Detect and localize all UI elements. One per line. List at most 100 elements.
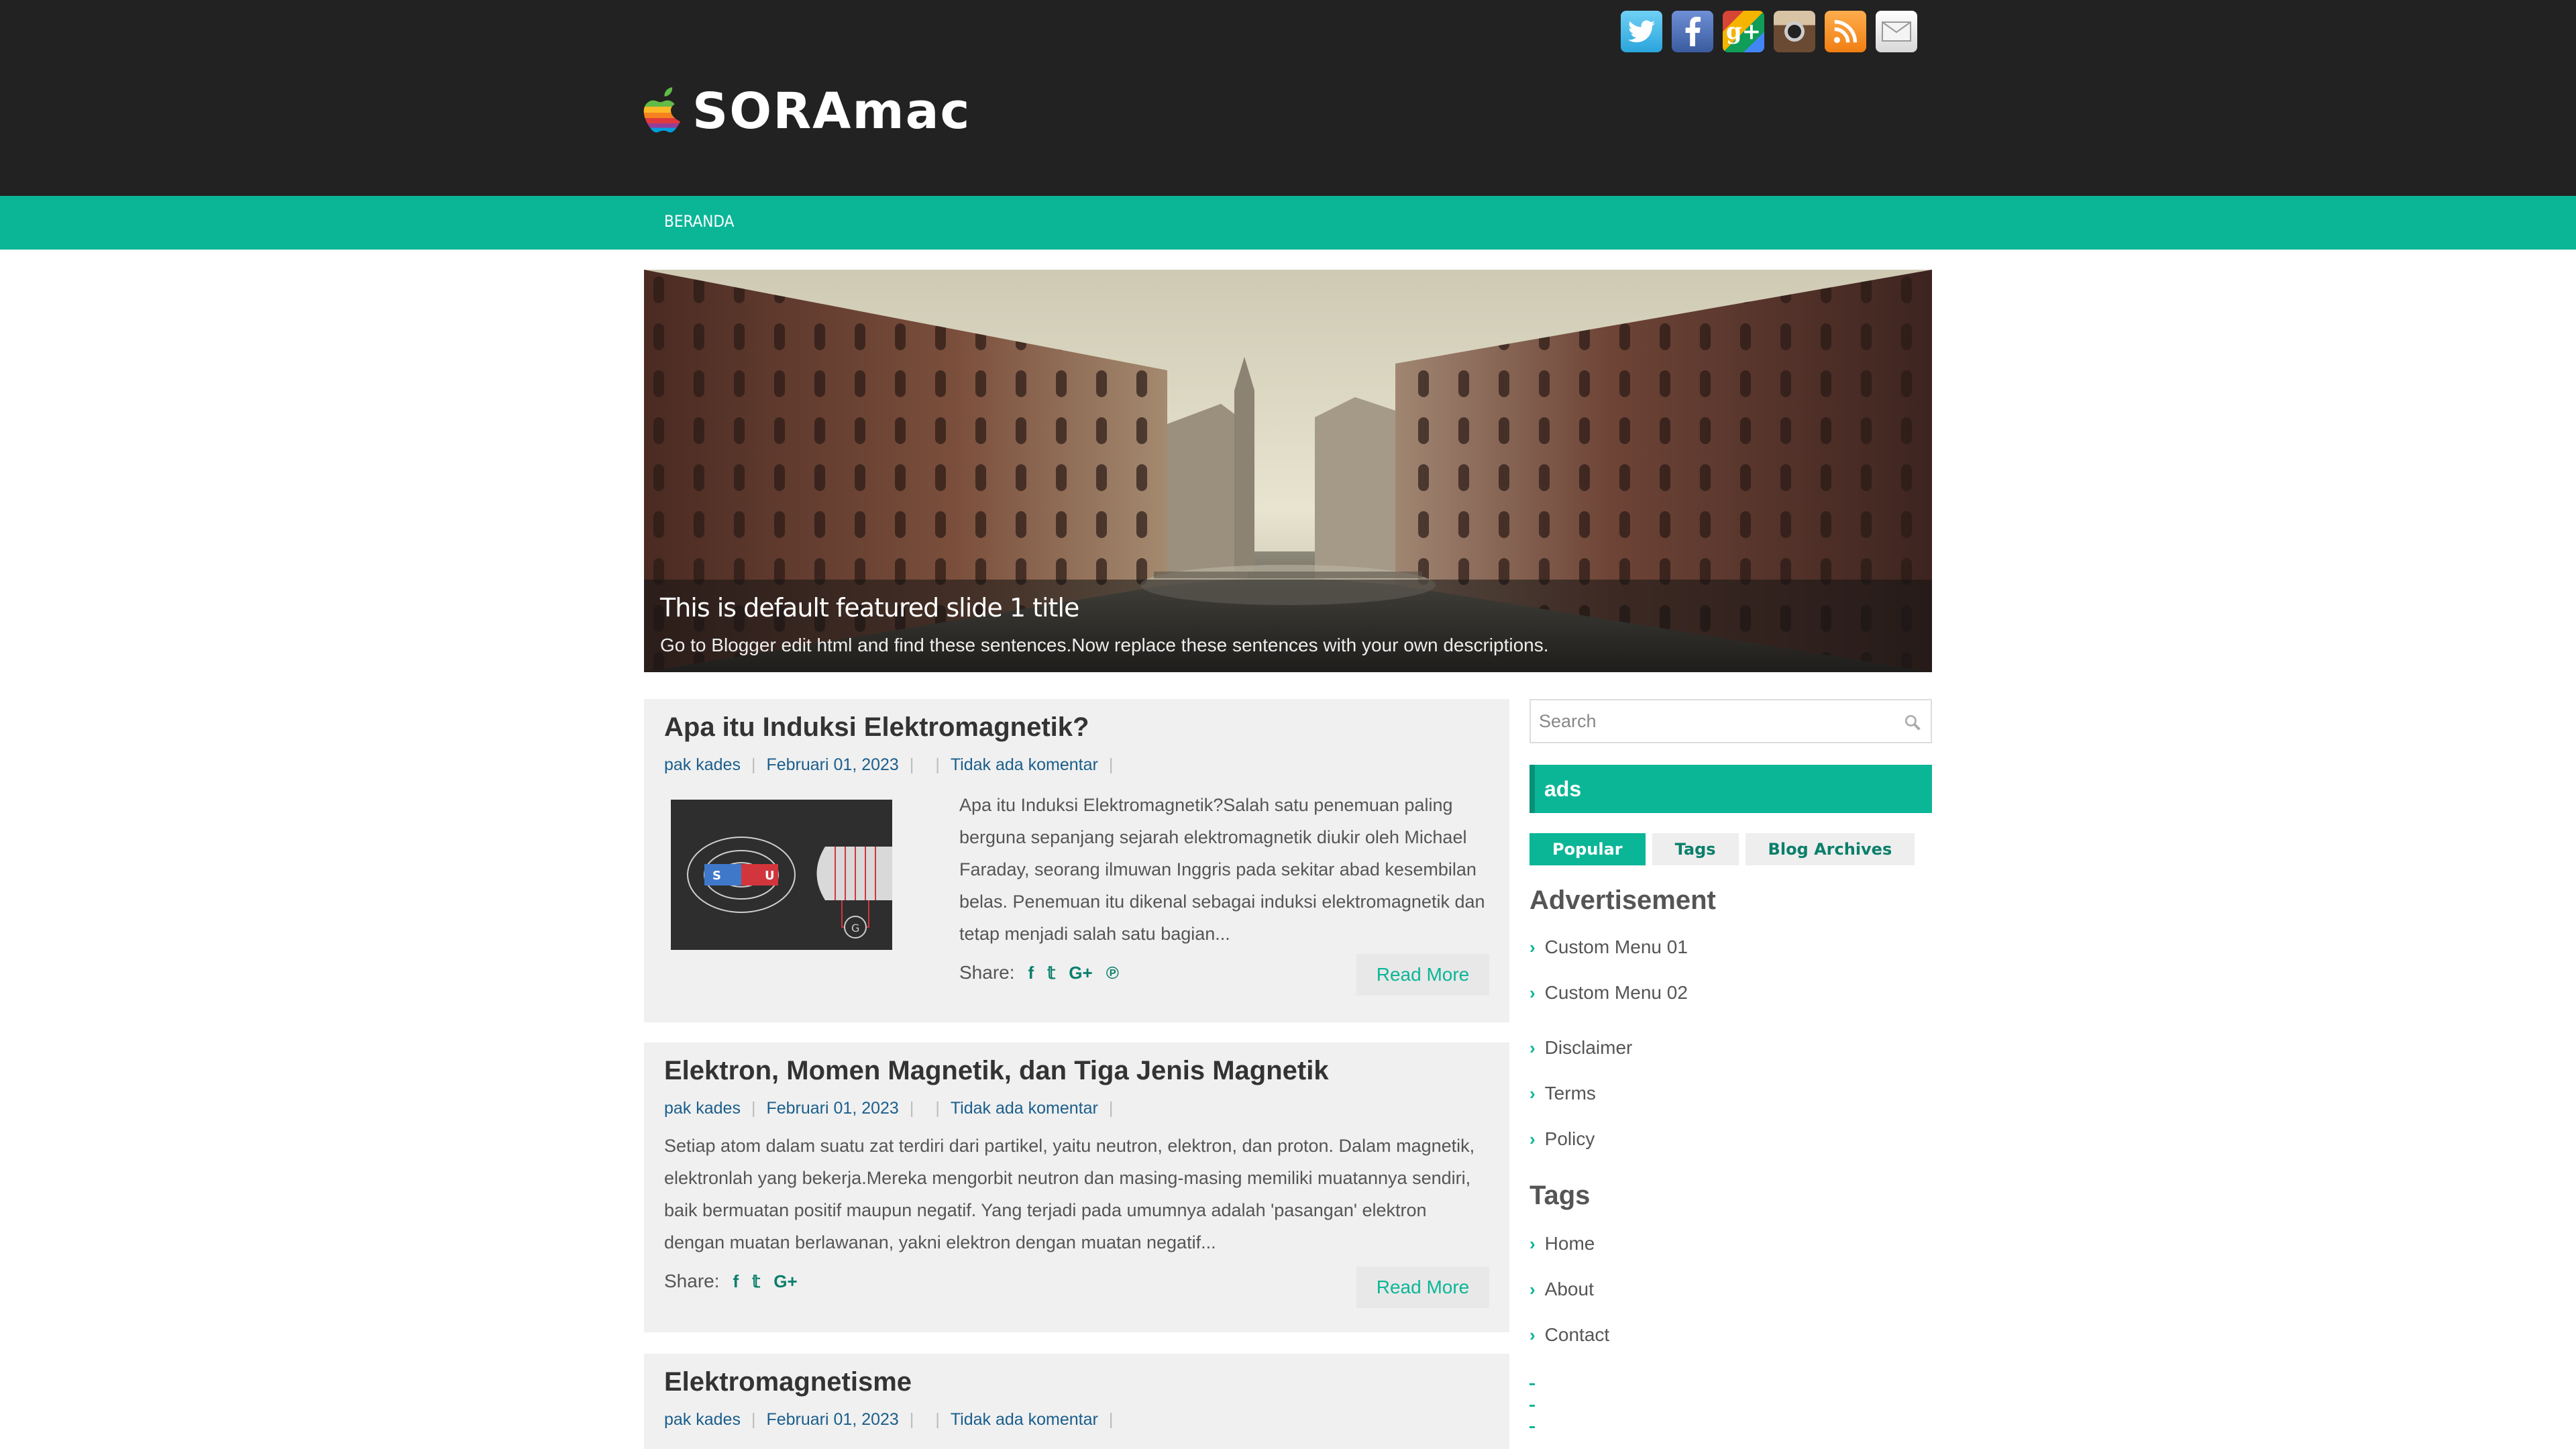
share-bar: Share: f 𝕥 G+ ℗ [959,962,1119,983]
separator: | [909,755,914,774]
social-icons: g+ [1621,11,1917,52]
advertisement-title: Advertisement [1529,885,1716,915]
facebook-icon[interactable] [1672,11,1713,52]
post-author[interactable]: pak kades [664,1099,741,1118]
post-comments[interactable]: Tidak ada komentar [951,755,1098,775]
chevron-right-icon: › [1529,982,1536,1003]
main-nav: BERANDA [0,196,2576,250]
post-comments[interactable]: Tidak ada komentar [951,1099,1098,1118]
link-label[interactable]: Custom Menu 02 [1545,982,1688,1004]
link-label[interactable]: Custom Menu 01 [1545,936,1688,958]
search-input[interactable]: Search [1539,711,1597,732]
chevron-right-icon: › [1529,1128,1536,1149]
thumb-label-s: S [712,869,721,883]
share-bar: Share: f 𝕥 G+ [664,1271,798,1292]
post-thumbnail[interactable]: S U G [671,800,892,950]
link-label[interactable]: Home [1545,1233,1595,1254]
separator: | [751,755,756,774]
separator: | [935,1410,940,1429]
post-card: Elektromagnetisme pak kades | Februari 0… [644,1354,1509,1449]
chevron-right-icon: › [1529,1233,1536,1254]
post-title[interactable]: Apa itu Induksi Elektromagnetik? [664,712,1089,743]
sidebar-link[interactable]: › Contact [1529,1324,1609,1346]
twitter-icon[interactable] [1621,11,1662,52]
separator: | [909,1410,914,1429]
chevron-right-icon: › [1529,936,1536,957]
read-more-button[interactable]: Read More [1356,954,1489,996]
post-card: Apa itu Induksi Elektromagnetik? pak kad… [644,699,1509,1022]
post-title[interactable]: Elektromagnetisme [664,1367,912,1397]
post-title[interactable]: Elektron, Momen Magnetik, dan Tiga Jenis… [664,1056,1329,1086]
post-date[interactable]: Februari 01, 2023 [766,755,898,775]
separator: | [751,1099,756,1118]
thumb-label-g: G [851,922,859,934]
link-label[interactable]: Terms [1545,1083,1596,1104]
separator: | [909,1099,914,1118]
chevron-right-icon: › [1529,1037,1536,1058]
sidebar-tabs: Popular Tags Blog Archives [1529,833,1915,865]
facebook-share-icon[interactable]: f [733,1271,739,1292]
sidebar-link[interactable]: › Custom Menu 02 [1529,982,1688,1004]
post-comments[interactable]: Tidak ada komentar [951,1410,1098,1430]
thumb-label-u: U [765,869,775,883]
pinterest-share-icon[interactable]: ℗ [1106,963,1119,983]
ads-widget-title: ads [1529,765,1932,813]
post-author[interactable]: pak kades [664,1410,741,1430]
rss-icon[interactable] [1825,11,1866,52]
search-box[interactable]: Search [1529,699,1932,743]
tab-blog-archives[interactable]: Blog Archives [1745,833,1915,865]
slide-description: Go to Blogger edit html and find these s… [660,635,1549,655]
tab-tags[interactable]: Tags [1652,833,1739,865]
chevron-right-icon: › [1529,1083,1536,1104]
google-plus-share-icon[interactable]: G+ [773,1271,797,1292]
share-label: Share: [959,962,1015,983]
twitter-share-icon[interactable]: 𝕥 [1047,963,1055,983]
facebook-share-icon[interactable]: f [1028,963,1034,983]
post-author[interactable]: pak kades [664,755,741,775]
twitter-share-icon[interactable]: 𝕥 [752,1271,760,1292]
sidebar-link[interactable]: › Home [1529,1233,1595,1254]
google-plus-share-icon[interactable]: G+ [1069,963,1092,983]
share-label: Share: [664,1271,720,1291]
read-more-button[interactable]: Read More [1356,1267,1489,1308]
mail-icon[interactable] [1876,11,1917,52]
bullet-marker [1529,1405,1535,1407]
chevron-right-icon: › [1529,1324,1536,1345]
sidebar-link[interactable]: › Terms [1529,1083,1596,1104]
site-header: g+ SORAmac [0,0,2576,196]
post-meta: pak kades | Februari 01, 2023 | | Tidak … [664,1410,1124,1430]
separator: | [1108,1099,1114,1118]
link-label[interactable]: About [1545,1279,1594,1300]
logo-text: SORAmac [692,83,971,140]
sidebar-link[interactable]: › About [1529,1279,1594,1300]
tags-title: Tags [1529,1181,1591,1210]
sidebar-link[interactable]: › Disclaimer [1529,1037,1632,1059]
link-label[interactable]: Contact [1545,1324,1610,1346]
featured-slider[interactable]: This is default featured slide 1 title G… [644,270,1932,672]
post-card: Elektron, Momen Magnetik, dan Tiga Jenis… [644,1042,1509,1332]
ads-title: ads [1544,777,1582,801]
instagram-icon[interactable] [1774,11,1815,52]
slide-title[interactable]: This is default featured slide 1 title [660,593,1079,623]
post-excerpt: Apa itu Induksi Elektromagnetik?Salah sa… [959,795,1485,944]
link-label[interactable]: Disclaimer [1545,1037,1633,1059]
site-logo[interactable]: SORAmac [643,85,971,138]
post-meta: pak kades | Februari 01, 2023 | | Tidak … [664,755,1124,775]
post-date[interactable]: Februari 01, 2023 [766,1099,898,1118]
google-plus-icon[interactable]: g+ [1723,11,1764,52]
bullet-marker [1529,1383,1535,1385]
separator: | [1108,755,1114,774]
sidebar-link[interactable]: › Custom Menu 01 [1529,936,1688,958]
separator: | [935,1099,940,1118]
tab-popular[interactable]: Popular [1529,833,1646,865]
nav-item-beranda[interactable]: BERANDA [664,212,734,231]
post-date[interactable]: Februari 01, 2023 [766,1410,898,1430]
slide-caption: This is default featured slide 1 title G… [644,580,1932,672]
bullet-marker [1529,1426,1535,1428]
post-excerpt: Setiap atom dalam suatu zat terdiri dari… [664,1136,1475,1252]
sidebar-link[interactable]: › Policy [1529,1128,1595,1150]
search-icon[interactable] [1904,714,1921,731]
apple-logo-icon [643,87,680,133]
link-label[interactable]: Policy [1545,1128,1595,1150]
separator: | [1108,1410,1114,1429]
